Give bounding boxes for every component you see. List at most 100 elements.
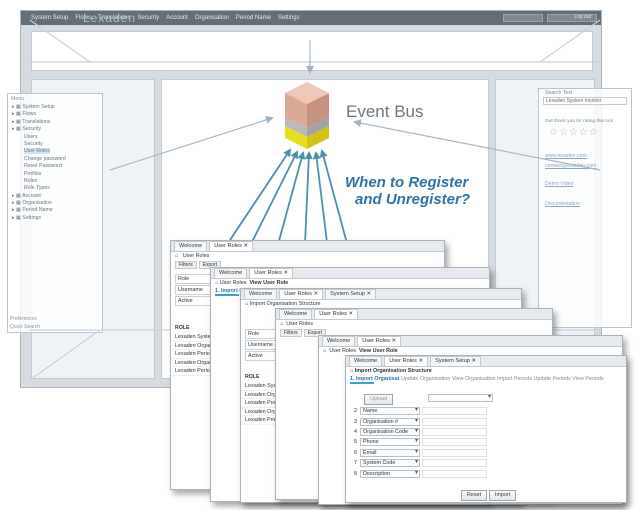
mapping-cell[interactable] xyxy=(422,407,487,416)
nav-item[interactable]: Roles xyxy=(12,178,102,185)
tab-user-roles[interactable]: User Roles ✕ xyxy=(249,268,294,278)
step-progress xyxy=(215,294,239,296)
tab-user-roles[interactable]: User Roles ✕ xyxy=(314,309,359,319)
tab-system-setup[interactable]: System Setup ✕ xyxy=(325,289,377,299)
tab-user-roles[interactable]: User Roles ✕ xyxy=(357,336,402,346)
nav-item[interactable]: ▸ ▦ Flows xyxy=(12,111,102,118)
wizard-step-2[interactable]: Update Organisation xyxy=(401,376,450,382)
row-number: 3 xyxy=(354,418,357,425)
menu-item[interactable]: Organisation xyxy=(195,15,229,21)
import-button[interactable]: Import xyxy=(489,490,517,501)
link-website[interactable]: www.lexaden.com xyxy=(545,153,587,159)
menu-item[interactable]: Account xyxy=(166,15,188,21)
nav-item-label: Flows xyxy=(22,111,36,118)
wizard-step-1[interactable]: 1. Import Organisat xyxy=(350,376,399,382)
mapping-cell[interactable] xyxy=(422,427,487,436)
preferences-link[interactable]: Preferences xyxy=(10,316,100,322)
close-icon[interactable]: ✕ xyxy=(348,311,353,317)
reset-button[interactable]: Reset xyxy=(461,490,488,501)
close-icon[interactable]: ✕ xyxy=(418,358,423,364)
tab-user-roles[interactable]: User Roles ✕ xyxy=(279,289,324,299)
grid-row: 8 Description xyxy=(350,468,487,478)
nav-item[interactable]: ▸ ▦ Security xyxy=(12,126,102,133)
folder-icon: ▸ ▦ xyxy=(12,111,23,118)
tab-welcome[interactable]: Welcome xyxy=(322,336,356,346)
link-demo[interactable]: Demo Video xyxy=(545,181,573,187)
system-select[interactable]: Lexaden System monitor xyxy=(543,97,627,105)
menu-item[interactable]: Security xyxy=(138,15,160,21)
column-select[interactable]: Phone xyxy=(360,438,420,447)
close-icon[interactable]: ✕ xyxy=(367,291,372,297)
header-area xyxy=(31,31,593,71)
filters-tab[interactable]: Filters xyxy=(280,329,302,337)
mapping-cell[interactable] xyxy=(422,448,487,457)
wizard-step-3[interactable]: View Organisation xyxy=(452,376,496,382)
tab-welcome[interactable]: Welcome xyxy=(349,356,383,366)
menu-item[interactable]: System Setup xyxy=(31,15,68,21)
nav-item[interactable]: Change password xyxy=(12,156,102,163)
breadcrumb-view-user-role: View User Role xyxy=(358,348,398,354)
nav-item[interactable]: ▸ ▦ Settings xyxy=(12,215,102,222)
folder-icon: ▸ ▦ xyxy=(12,192,23,199)
quick-search-link[interactable]: Quick Search xyxy=(10,324,100,330)
mapping-cell[interactable] xyxy=(422,438,487,447)
tab-welcome[interactable]: Welcome xyxy=(244,289,278,299)
nav-item[interactable]: Profiles xyxy=(12,171,102,178)
wizard-step-6[interactable]: View Periods xyxy=(572,376,603,382)
tab-bar: Welcome User Roles ✕ xyxy=(276,309,552,320)
mapping-cell[interactable] xyxy=(422,417,487,426)
search-box[interactable] xyxy=(503,14,543,22)
rating-stars-icon[interactable]: ☆☆☆☆☆ xyxy=(549,127,599,138)
close-icon[interactable]: ✕ xyxy=(391,338,396,344)
nav-item[interactable]: Users xyxy=(12,134,102,141)
nav-item-label: Organisation xyxy=(22,200,52,207)
question-text: When to Register and Unregister? xyxy=(345,174,505,208)
nav-item[interactable]: ▸ ▦ Period Name xyxy=(12,207,102,214)
upload-select[interactable] xyxy=(428,394,493,402)
tab-welcome[interactable]: Welcome xyxy=(214,268,248,278)
column-select[interactable]: Description xyxy=(360,469,420,478)
nav-item[interactable]: Security xyxy=(12,141,102,148)
close-icon[interactable]: ✕ xyxy=(313,291,318,297)
filters-tab[interactable]: Filters xyxy=(175,261,197,269)
column-select[interactable]: System Code xyxy=(360,459,420,468)
tab-system-setup[interactable]: System Setup ✕ xyxy=(430,356,482,366)
tab-user-roles[interactable]: User Roles ✕ xyxy=(209,241,254,251)
column-select[interactable]: Name xyxy=(360,407,420,416)
nav-item[interactable]: ▸ ▦ Organisation xyxy=(12,200,102,207)
mapping-cell[interactable] xyxy=(422,469,487,478)
column-select[interactable]: Organisation Code xyxy=(360,427,420,436)
breadcrumb-user-roles[interactable]: User Roles xyxy=(329,348,356,354)
column-select[interactable]: Email xyxy=(360,448,420,457)
close-icon[interactable]: ✕ xyxy=(283,270,288,276)
nav-item[interactable]: Role Types xyxy=(12,185,102,192)
close-icon[interactable]: ✕ xyxy=(243,243,248,249)
menu-item[interactable]: Period Name xyxy=(236,15,271,21)
tab-bar: Welcome User Roles ✕ xyxy=(211,268,489,279)
folder-icon: ▸ ▦ xyxy=(12,207,23,214)
nav-item[interactable]: Reset Password xyxy=(12,163,102,170)
wizard-step-5[interactable]: Update Periods xyxy=(534,376,571,382)
wizard-step-4[interactable]: Import Periods xyxy=(497,376,532,382)
nav-item[interactable]: ▸ ▦ Account xyxy=(12,193,102,200)
link-docs[interactable]: Documentation xyxy=(545,201,580,207)
nav-item[interactable]: User Roles xyxy=(12,148,102,155)
tab-welcome[interactable]: Welcome xyxy=(174,241,208,251)
tab-welcome[interactable]: Welcome xyxy=(279,309,313,319)
nav-item-label: Reset Password xyxy=(24,163,62,170)
tab-user-roles[interactable]: User Roles ✕ xyxy=(384,356,429,366)
column-select[interactable]: Organisation # xyxy=(360,417,420,426)
logout-link[interactable]: Log out xyxy=(574,14,591,20)
upload-button[interactable]: Upload xyxy=(364,394,394,405)
tab-bar: Welcome User Roles ✕ xyxy=(171,241,444,252)
grid-row: 7 System Code xyxy=(350,458,487,468)
breadcrumb-user-roles[interactable]: User Roles xyxy=(220,280,247,286)
nav-item[interactable]: ▸ ▦ Translations xyxy=(12,119,102,126)
mapping-cell[interactable] xyxy=(422,459,487,468)
link-contact[interactable]: contact@lexaden.com xyxy=(545,163,596,169)
nav-item[interactable]: ▸ ▦ System Setup xyxy=(12,104,102,111)
folder-icon: ▸ ▦ xyxy=(12,126,23,133)
menu-item[interactable]: Settings xyxy=(278,15,300,21)
close-icon[interactable]: ✕ xyxy=(472,358,477,364)
tab-user-roles-label: User Roles xyxy=(254,270,282,276)
